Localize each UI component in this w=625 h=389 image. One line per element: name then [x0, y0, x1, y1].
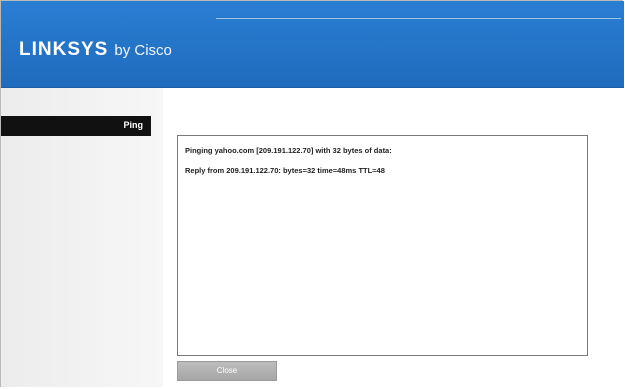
sidebar-item-label: Ping [123, 120, 144, 130]
ping-result-line-2: Reply from 209.191.122.70: bytes=32 time… [185, 166, 385, 175]
sidebar: Ping [1, 88, 163, 387]
router-admin-window: LINKSYS by Cisco Ping Pinging yahoo.com [… [0, 0, 624, 387]
ping-result-textarea[interactable]: Pinging yahoo.com [209.191.122.70] with … [177, 135, 588, 356]
logo-byline: by Cisco [114, 42, 172, 59]
main-content: Pinging yahoo.com [209.191.122.70] with … [163, 88, 623, 387]
sidebar-item-ping[interactable]: Ping [1, 116, 151, 136]
close-button[interactable]: Close [177, 361, 277, 381]
logo-brand: LINKSYS [19, 39, 109, 60]
header-bar: LINKSYS by Cisco [1, 1, 624, 88]
ping-result-line-1: Pinging yahoo.com [209.191.122.70] with … [185, 146, 392, 155]
header-divider [216, 18, 621, 19]
linksys-logo: LINKSYS by Cisco [19, 39, 172, 61]
